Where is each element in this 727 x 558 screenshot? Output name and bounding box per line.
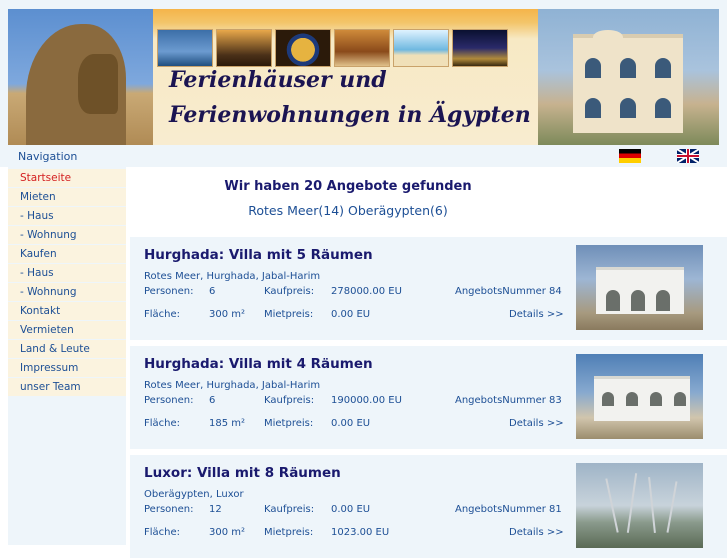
persons-value: 6	[209, 395, 216, 406]
main-content: Wir haben 20 Angebote gefunden Rotes Mee…	[128, 167, 727, 558]
area-value: 185 m²	[209, 418, 246, 429]
rent-price-label: Mietpreis:	[264, 309, 314, 320]
rent-price-value: 0.00 EU	[331, 309, 371, 320]
area-label: Fläche:	[144, 309, 181, 320]
persons-value: 12	[209, 504, 222, 515]
rent-price-value: 0.00 EU	[331, 418, 371, 429]
listing-location: Oberägypten, Luxor	[144, 489, 244, 500]
navigation-bar: Navigation	[0, 147, 727, 167]
persons-value: 6	[209, 286, 216, 297]
pharaoh-mask-photo	[275, 29, 331, 67]
persons-label: Personen:	[144, 395, 194, 406]
banner-image: Ferienhäuser und Ferienwohnungen in Ägyp…	[8, 9, 719, 145]
listing-title[interactable]: Hurghada: Villa mit 5 Räumen	[144, 247, 373, 263]
results-regions: Rotes Meer(14) Oberägypten(6)	[248, 203, 448, 218]
villa-photo	[538, 9, 719, 145]
listing-card: Hurghada: Villa mit 4 Räumen Rotes Meer,…	[130, 346, 727, 449]
purchase-price-label: Kaufpreis:	[264, 395, 315, 406]
purchase-price-value: 0.00 EU	[331, 504, 371, 515]
rent-price-label: Mietpreis:	[264, 527, 314, 538]
sidebar-item-mieten-haus[interactable]: - Haus	[8, 207, 126, 225]
sphinx-photo	[8, 9, 153, 145]
rent-price-value: 1023.00 EU	[331, 527, 390, 538]
sidebar-item-land-leute[interactable]: Land & Leute	[8, 340, 126, 358]
sidebar-item-team[interactable]: unser Team	[8, 378, 126, 396]
details-link[interactable]: Details >>	[509, 527, 564, 538]
beach-photo	[393, 29, 449, 67]
area-label: Fläche:	[144, 418, 181, 429]
listing-title[interactable]: Hurghada: Villa mit 4 Räumen	[144, 356, 373, 372]
camel-photo	[334, 29, 390, 67]
purchase-price-label: Kaufpreis:	[264, 504, 315, 515]
sidebar-item-mieten[interactable]: Mieten	[8, 188, 126, 206]
sidebar-item-kaufen-wohnung[interactable]: - Wohnung	[8, 283, 126, 301]
german-flag-icon[interactable]	[619, 149, 641, 163]
sidebar-item-impressum[interactable]: Impressum	[8, 359, 126, 377]
offer-number: AngebotsNummer 84	[455, 286, 562, 297]
rent-price-label: Mietpreis:	[264, 418, 314, 429]
sidebar-item-kaufen-haus[interactable]: - Haus	[8, 264, 126, 282]
navigation-label: Navigation	[18, 150, 78, 163]
site-title-line1: Ferienhäuser und	[169, 67, 387, 93]
site-title-line2: Ferienwohnungen in Ägypten	[169, 102, 531, 128]
sidebar-item-kontakt[interactable]: Kontakt	[8, 302, 126, 320]
listing-card: Luxor: Villa mit 8 Räumen Oberägypten, L…	[130, 455, 727, 558]
sidebar-item-startseite[interactable]: Startseite	[8, 169, 126, 187]
pyramid-night-photo	[452, 29, 508, 67]
persons-label: Personen:	[144, 286, 194, 297]
listing-photo[interactable]	[576, 354, 703, 439]
beach-umbrella-photo	[216, 29, 272, 67]
listing-location: Rotes Meer, Hurghada, Jabal-Harim	[144, 271, 321, 282]
uk-flag-icon[interactable]	[677, 149, 699, 163]
listing-photo[interactable]	[576, 245, 703, 330]
sidebar-menu: Startseite Mieten - Haus - Wohnung Kaufe…	[8, 167, 126, 545]
listing-card: Hurghada: Villa mit 5 Räumen Rotes Meer,…	[130, 237, 727, 340]
purchase-price-value: 190000.00 EU	[331, 395, 402, 406]
persons-label: Personen:	[144, 504, 194, 515]
offer-number: AngebotsNummer 83	[455, 395, 562, 406]
purchase-price-value: 278000.00 EU	[331, 286, 402, 297]
sidebar-item-kaufen[interactable]: Kaufen	[8, 245, 126, 263]
sidebar-item-mieten-wohnung[interactable]: - Wohnung	[8, 226, 126, 244]
results-heading: Wir haben 20 Angebote gefunden	[224, 179, 472, 194]
offer-number: AngebotsNummer 81	[455, 504, 562, 515]
banner-title-area: Ferienhäuser und Ferienwohnungen in Ägyp…	[153, 9, 538, 145]
listing-photo[interactable]	[576, 463, 703, 548]
area-label: Fläche:	[144, 527, 181, 538]
details-link[interactable]: Details >>	[509, 418, 564, 429]
listing-title[interactable]: Luxor: Villa mit 8 Räumen	[144, 465, 341, 481]
details-link[interactable]: Details >>	[509, 309, 564, 320]
listing-location: Rotes Meer, Hurghada, Jabal-Harim	[144, 380, 321, 391]
area-value: 300 m²	[209, 309, 246, 320]
sidebar-item-vermieten[interactable]: Vermieten	[8, 321, 126, 339]
boat-photo	[157, 29, 213, 67]
area-value: 300 m²	[209, 527, 246, 538]
header-banner: Ferienhäuser und Ferienwohnungen in Ägyp…	[0, 0, 727, 147]
purchase-price-label: Kaufpreis:	[264, 286, 315, 297]
